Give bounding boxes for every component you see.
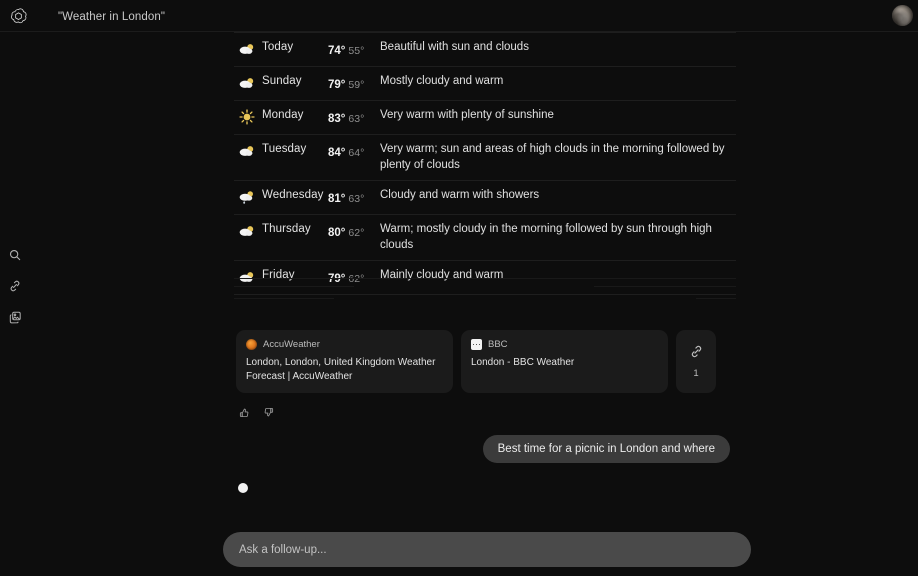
cloud-sun-icon (234, 39, 262, 58)
thumbs-down-button[interactable] (260, 406, 276, 422)
thumbs-up-icon (239, 405, 250, 423)
table-row[interactable]: Today 74° 55° Beautiful with sun and clou… (234, 32, 736, 67)
accuweather-favicon (246, 339, 257, 350)
weather-low: 63° (348, 113, 365, 125)
source-site-name: AccuWeather (263, 339, 320, 350)
loading-indicator (238, 483, 248, 493)
cloud-rain-icon (234, 187, 262, 206)
table-row[interactable]: Tuesday 84° 64° Very warm; sun and areas … (234, 135, 736, 181)
weather-description: Very warm; sun and areas of high clouds … (380, 143, 725, 171)
weather-day: Today (262, 41, 294, 53)
user-message-row: Best time for a picnic in London and whe… (482, 435, 730, 463)
source-title: London, London, United Kingdom Weather F… (246, 357, 436, 382)
source-count: 1 (693, 368, 699, 379)
cloud-sun-icon (234, 141, 262, 160)
weather-temps: 81° 63° (328, 187, 380, 207)
thumbs-up-button[interactable] (236, 406, 252, 422)
weather-description: Cloudy and warm with showers (380, 189, 540, 201)
avatar[interactable] (892, 5, 913, 26)
page-title: "Weather in London" (58, 11, 166, 23)
more-sources-button[interactable]: 1 (676, 330, 716, 393)
weather-day: Wednesday (262, 189, 324, 201)
weather-low: 64° (348, 147, 365, 159)
source-card-bbc[interactable]: BBC London - BBC Weather (461, 330, 668, 393)
weather-temps: 83° 63° (328, 107, 380, 127)
follow-up-input[interactable] (223, 543, 751, 556)
search-icon (8, 248, 22, 262)
source-card-header: AccuWeather (246, 339, 443, 350)
weather-day: Monday (262, 109, 304, 121)
weather-day: Thursday (262, 223, 311, 235)
thumbs-down-icon (263, 405, 274, 423)
source-title: London - BBC Weather (471, 357, 575, 368)
weather-high: 81° (328, 193, 346, 205)
weather-low: 62° (348, 227, 365, 239)
weather-low: 59° (348, 79, 365, 91)
app-root: "Weather in London" Today 74° 55° Beauti… (0, 0, 918, 576)
weather-description: Warm; mostly cloudy in the morning follo… (380, 223, 712, 251)
weather-low: 55° (348, 45, 365, 57)
weather-temps: 84° 64° (328, 141, 380, 161)
weather-description: Very warm with plenty of sunshine (380, 109, 554, 121)
bbc-favicon (471, 339, 482, 350)
rail-images-button[interactable] (4, 306, 26, 328)
weather-high: 83° (328, 113, 346, 125)
cloud-sun-icon (234, 221, 262, 240)
source-card-accuweather[interactable]: AccuWeather London, London, United Kingd… (236, 330, 453, 393)
weather-description: Mostly cloudy and warm (380, 75, 504, 87)
link-icon (689, 344, 704, 364)
rail-links-button[interactable] (4, 275, 26, 297)
stacked-images-icon (8, 310, 23, 325)
weather-high: 80° (328, 227, 346, 239)
cloud-sun-icon (234, 73, 262, 92)
link-icon (8, 279, 22, 293)
openai-logo-icon[interactable] (6, 4, 30, 28)
table-row[interactable]: Sunday 79° 59° Mostly cloudy and warm (234, 67, 736, 101)
table-row[interactable]: Wednesday 81° 63° Cloudy and warm with sh… (234, 181, 736, 215)
weather-day: Sunday (262, 75, 302, 87)
table-row[interactable]: Thursday 80° 62° Warm; mostly cloudy in t… (234, 215, 736, 261)
weather-forecast-table: Today 74° 55° Beautiful with sun and clou… (234, 32, 736, 295)
sun-icon (234, 107, 262, 126)
table-row[interactable]: Monday 83° 63° Very warm with plenty of s… (234, 101, 736, 135)
feedback-bar (236, 406, 276, 422)
weather-day: Tuesday (262, 143, 307, 155)
user-message-bubble: Best time for a picnic in London and whe… (482, 435, 730, 463)
faded-content-placeholder (234, 276, 736, 318)
weather-description: Beautiful with sun and clouds (380, 41, 529, 53)
app-header: "Weather in London" (0, 0, 918, 32)
weather-temps: 74° 55° (328, 39, 380, 59)
source-card-header: BBC (471, 339, 658, 350)
rail-search-button[interactable] (4, 244, 26, 266)
weather-low: 63° (348, 193, 365, 205)
conversation-content: Today 74° 55° Beautiful with sun and clou… (228, 32, 748, 519)
composer[interactable] (223, 532, 751, 567)
weather-high: 79° (328, 79, 346, 91)
left-rail (0, 32, 30, 576)
weather-high: 84° (328, 147, 346, 159)
weather-high: 74° (328, 45, 346, 57)
weather-temps: 79° 59° (328, 73, 380, 93)
source-site-name: BBC (488, 339, 508, 350)
weather-temps: 80° 62° (328, 221, 380, 241)
sources-list: AccuWeather London, London, United Kingd… (236, 330, 716, 393)
